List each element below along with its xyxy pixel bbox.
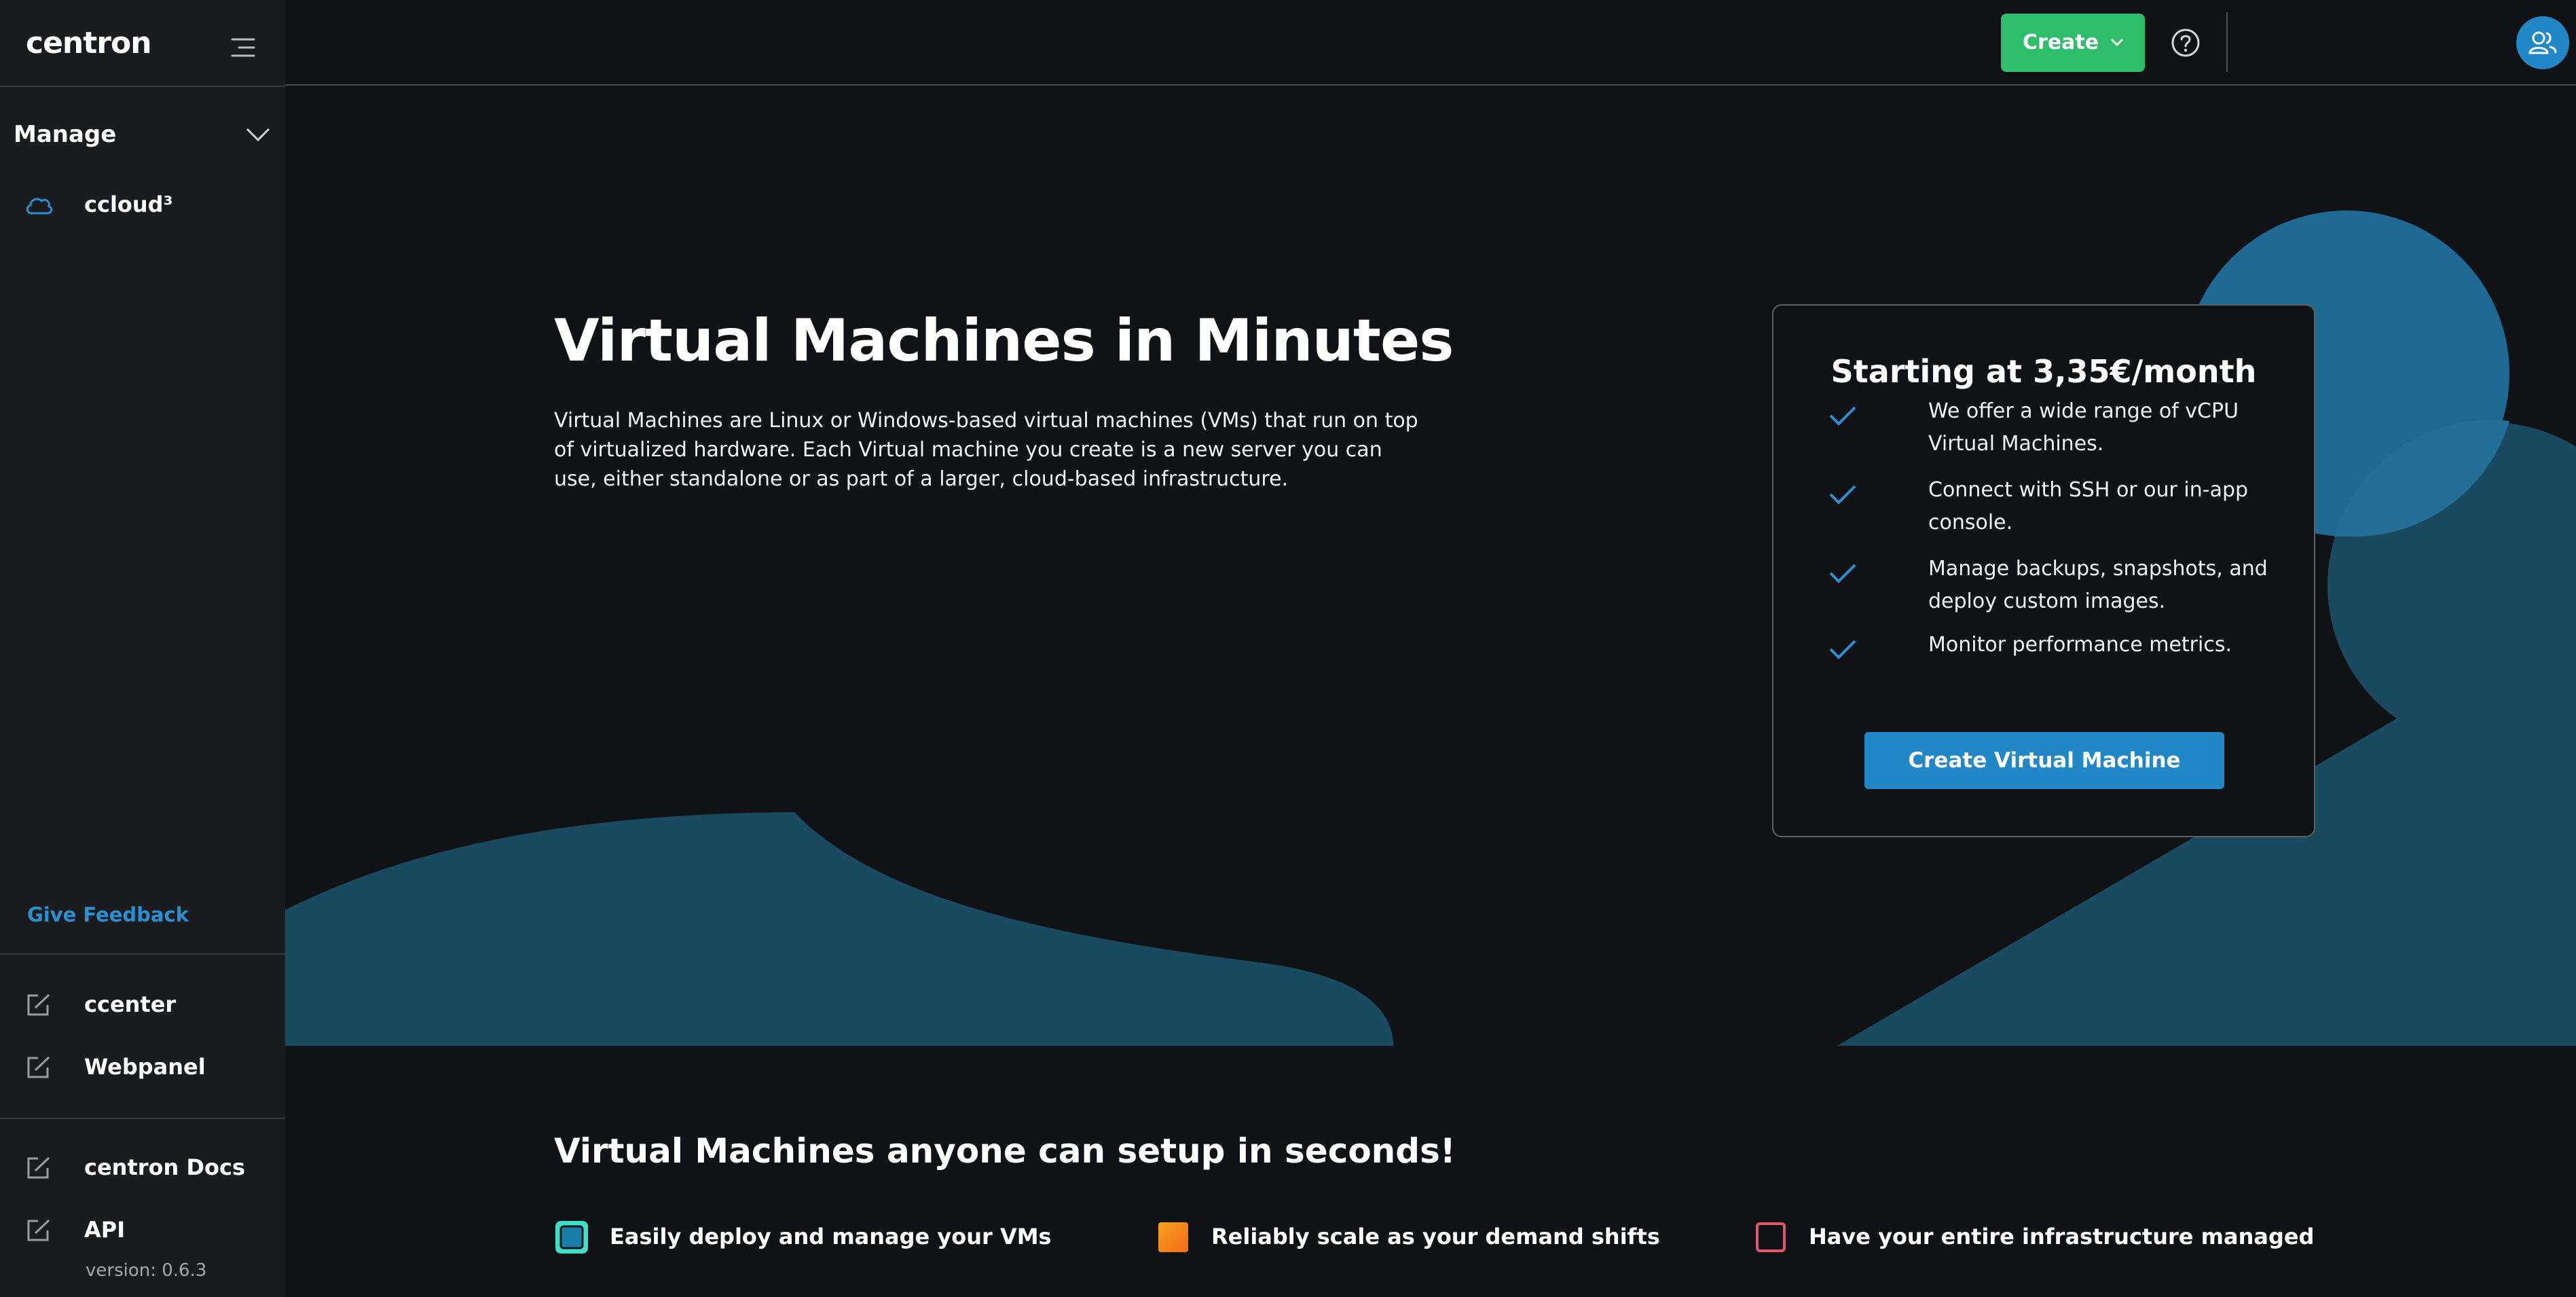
users-icon: [2528, 31, 2557, 54]
feature-text: We offer a wide range of vCPU Virtual Ma…: [1928, 399, 2239, 456]
benefit-text: Easily deploy and manage your VMs: [610, 1224, 1052, 1249]
feature-text: Monitor performance metrics.: [1928, 633, 2232, 657]
pricing-title: Starting at 3,35€/month: [1830, 353, 2257, 390]
chevron-down-icon: [2110, 38, 2124, 47]
manage-section-toggle[interactable]: Manage: [14, 120, 272, 153]
collapse-sidebar-button[interactable]: [229, 35, 257, 60]
chevron-down-icon: [246, 128, 270, 142]
sidebar-divider: [0, 953, 285, 955]
help-button[interactable]: [2170, 27, 2201, 58]
deco-wave-left: [285, 812, 1393, 1046]
topbar-separator: [2226, 12, 2228, 72]
benefit-text: Reliably scale as your demand shifts: [1211, 1224, 1660, 1249]
create-virtual-machine-button[interactable]: Create Virtual Machine: [1864, 732, 2224, 789]
sidebar-item-label: Webpanel: [84, 1054, 206, 1080]
sidebar-item-label: API: [84, 1217, 126, 1243]
help-circle-icon: [2171, 29, 2200, 57]
check-icon: [1829, 485, 1856, 505]
sidebar-item-label: centron Docs: [84, 1154, 245, 1180]
manage-section-label: Manage: [14, 121, 117, 148]
external-link-icon: [27, 1156, 50, 1179]
teal-square-icon: [555, 1221, 588, 1254]
account-avatar-button[interactable]: [2516, 16, 2569, 69]
sidebar: centron Manage ccloud³ Give Feedback cce…: [0, 0, 285, 1297]
app-logo[interactable]: centron: [26, 26, 152, 60]
sidebar-item-webpanel[interactable]: Webpanel: [24, 1048, 269, 1086]
external-link-icon: [27, 1056, 50, 1078]
external-link-icon: [27, 1219, 50, 1241]
page-title: Virtual Machines in Minutes: [554, 307, 1454, 375]
create-dropdown-button[interactable]: Create: [2001, 14, 2145, 72]
section-title: Virtual Machines anyone can setup in sec…: [554, 1131, 1456, 1171]
check-icon: [1829, 406, 1856, 426]
sidebar-item-centron-docs[interactable]: centron Docs: [24, 1149, 269, 1187]
sidebar-item-ccenter[interactable]: ccenter: [24, 986, 269, 1024]
check-icon: [1829, 564, 1856, 583]
external-link-icon: [27, 993, 50, 1016]
sidebar-divider: [0, 1118, 285, 1119]
hero-description: Virtual Machines are Linux or Windows-ba…: [554, 409, 1418, 491]
pink-square-outline-icon: [1756, 1222, 1786, 1252]
benefit-text: Have your entire infrastructure managed: [1809, 1224, 2315, 1249]
create-button-label: Create: [2023, 31, 2099, 54]
give-feedback-link[interactable]: Give Feedback: [27, 903, 189, 926]
sidebar-divider: [0, 86, 285, 87]
menu-collapse-icon: [231, 38, 255, 57]
app-version: version: 0.6.3: [86, 1260, 207, 1281]
feature-text: Connect with SSH or our in-app console.: [1928, 478, 2249, 534]
topbar-divider: [285, 84, 2576, 86]
feature-text: Manage backups, snapshots, and deploy cu…: [1928, 557, 2268, 613]
check-icon: [1829, 640, 1856, 659]
sidebar-item-api[interactable]: API: [24, 1211, 269, 1249]
sidebar-item-label: ccenter: [84, 991, 177, 1017]
cloud-icon: [26, 198, 53, 215]
orange-square-icon: [1158, 1222, 1188, 1252]
pricing-card: Starting at 3,35€/month We offer a wide …: [1772, 304, 2315, 837]
sidebar-item-ccloud[interactable]: ccloud³: [24, 186, 269, 224]
sidebar-item-label: ccloud³: [84, 191, 173, 217]
